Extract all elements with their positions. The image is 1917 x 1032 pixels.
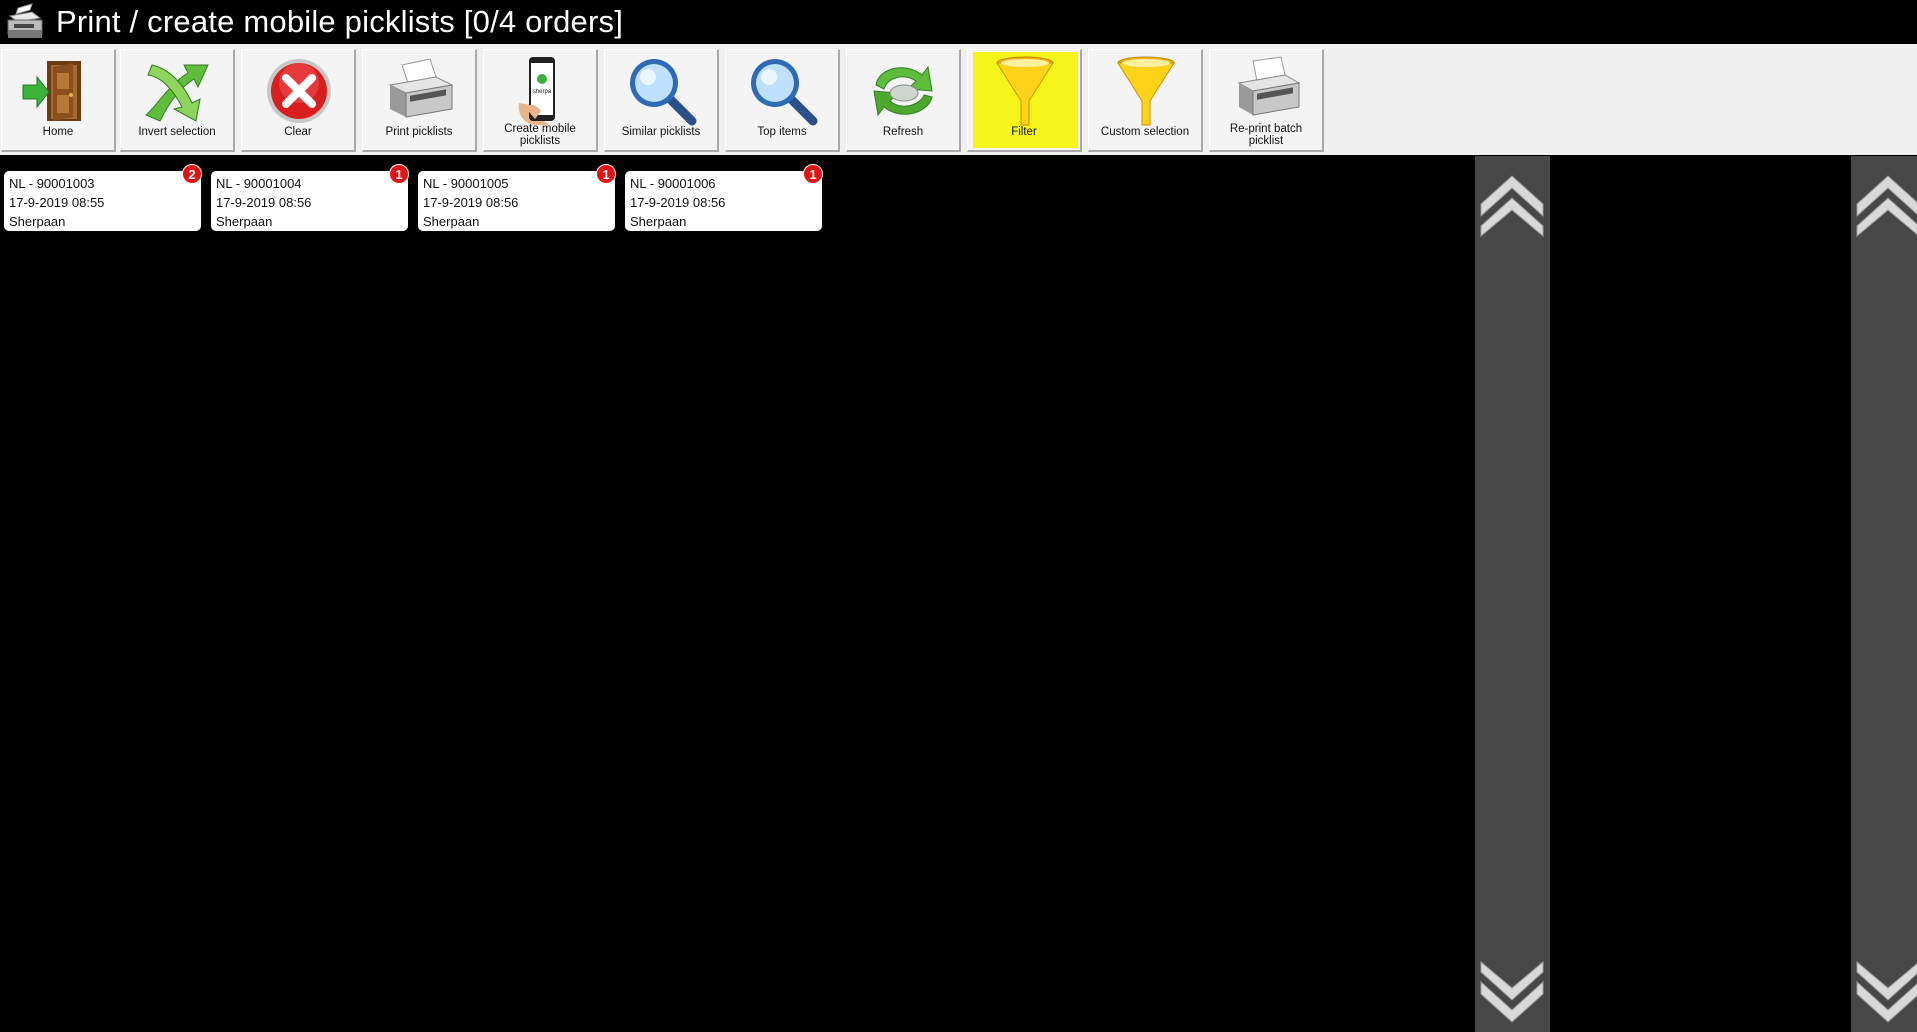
clear-x-icon xyxy=(267,59,331,123)
similar-picklists-button[interactable]: Similar picklists xyxy=(604,49,719,152)
order-customer: Sherpaan xyxy=(216,214,273,229)
printer-icon xyxy=(1237,56,1301,116)
home-door-icon xyxy=(22,61,81,121)
refresh-button[interactable]: Refresh xyxy=(846,49,961,152)
order-datetime: 17-9-2019 08:56 xyxy=(423,195,519,210)
printer-icon xyxy=(7,2,43,38)
order-card[interactable]: NL - 90001005 17-9-2019 08:56 Sherpaan 1 xyxy=(418,164,616,231)
order-count-badge: 1 xyxy=(803,164,823,184)
clear-button[interactable]: Clear xyxy=(241,49,356,152)
orders-scrollbar[interactable] xyxy=(1475,156,1550,1032)
order-count-badge: 1 xyxy=(596,164,616,184)
invert-selection-label: Invert selection xyxy=(138,126,216,138)
create-mobile-picklists-label: Create mobile picklists xyxy=(504,123,576,147)
scroll-up-icon[interactable] xyxy=(1475,164,1550,238)
order-id: NL - 90001006 xyxy=(630,176,716,191)
scroll-down-icon[interactable] xyxy=(1475,958,1550,1032)
clear-label: Clear xyxy=(284,126,312,138)
funnel-icon xyxy=(1117,56,1175,126)
custom-selection-label: Custom selection xyxy=(1100,126,1190,138)
order-id: NL - 90001004 xyxy=(216,176,302,191)
orders-panel: NL - 90001003 17-9-2019 08:55 Sherpaan 2… xyxy=(0,156,1474,1032)
mobile-phone-icon: sherpa xyxy=(518,57,555,125)
magnifier-icon xyxy=(751,59,818,126)
order-datetime: 17-9-2019 08:56 xyxy=(630,195,726,210)
funnel-icon xyxy=(996,56,1054,126)
top-items-label: Top items xyxy=(757,126,807,138)
order-id: NL - 90001005 xyxy=(423,176,509,191)
order-count-badge: 1 xyxy=(389,164,409,184)
order-datetime: 17-9-2019 08:56 xyxy=(216,195,312,210)
scroll-down-icon[interactable] xyxy=(1851,958,1917,1032)
refresh-arrows-icon xyxy=(873,65,933,117)
home-button-label: Home xyxy=(42,126,74,138)
invert-selection-button[interactable]: Invert selection xyxy=(120,49,235,152)
print-picklists-label: Print picklists xyxy=(385,126,453,138)
invert-arrows-icon xyxy=(145,64,209,122)
reprint-batch-picklist-label: Re-print batch picklist xyxy=(1229,123,1303,147)
reprint-batch-picklist-button[interactable]: Re-print batch picklist xyxy=(1209,49,1324,152)
home-button[interactable]: Home xyxy=(1,49,116,152)
printer-icon xyxy=(388,58,454,118)
order-count-badge: 2 xyxy=(182,164,202,184)
phone-brand: sherpa xyxy=(533,89,552,95)
order-datetime: 17-9-2019 08:55 xyxy=(9,195,105,210)
order-card[interactable]: NL - 90001003 17-9-2019 08:55 Sherpaan 2 xyxy=(4,164,202,231)
filter-label: Filter xyxy=(1011,126,1037,138)
print-picklists-button[interactable]: Print picklists xyxy=(362,49,477,152)
create-mobile-picklists-button[interactable]: sherpa Create mobile picklists xyxy=(483,49,598,152)
scroll-up-icon[interactable] xyxy=(1851,164,1917,238)
secondary-scrollbar[interactable] xyxy=(1851,156,1917,1032)
custom-selection-button[interactable]: Custom selection xyxy=(1088,49,1203,152)
refresh-label: Refresh xyxy=(882,126,924,138)
order-id: NL - 90001003 xyxy=(9,176,95,191)
magnifier-icon xyxy=(630,59,697,126)
similar-picklists-label: Similar picklists xyxy=(621,126,701,138)
toolbar: Home Invert selection Clear Print pickli… xyxy=(0,44,1917,155)
title-bar: Print / create mobile picklists [0/4 ord… xyxy=(0,0,1917,43)
order-customer: Sherpaan xyxy=(630,214,687,229)
filter-button[interactable]: Filter xyxy=(967,49,1082,152)
top-items-button[interactable]: Top items xyxy=(725,49,840,152)
order-customer: Sherpaan xyxy=(423,214,480,229)
order-card[interactable]: NL - 90001004 17-9-2019 08:56 Sherpaan 1 xyxy=(211,164,409,231)
window-title: Print / create mobile picklists [0/4 ord… xyxy=(56,3,624,39)
order-card[interactable]: NL - 90001006 17-9-2019 08:56 Sherpaan 1 xyxy=(625,164,823,231)
order-customer: Sherpaan xyxy=(9,214,66,229)
